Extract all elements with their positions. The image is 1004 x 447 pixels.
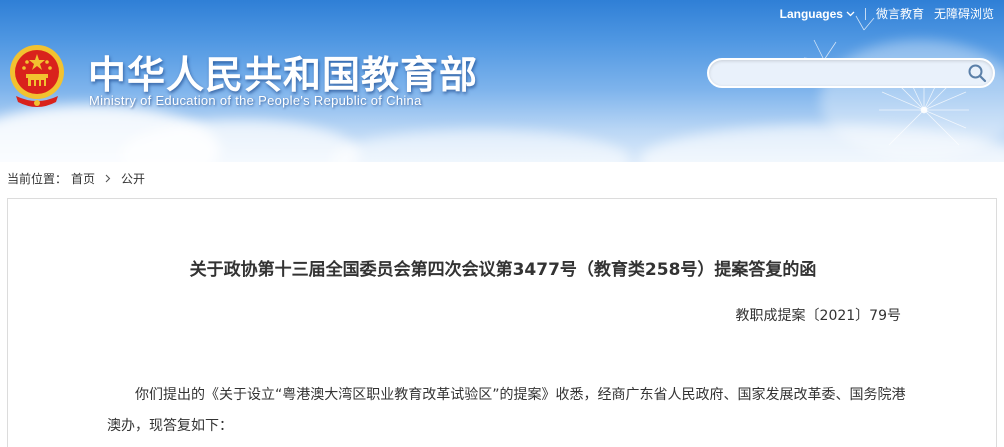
breadcrumb-prefix: 当前位置： [7,172,68,186]
search-input[interactable] [721,63,951,83]
breadcrumb-home-link[interactable]: 首页 [71,170,95,187]
site-subtitle: Ministry of Education of the People's Re… [89,93,422,108]
search-box [707,58,995,88]
breadcrumb: 当前位置： 首页 公开 [7,170,145,187]
chevron-right-icon [105,174,111,183]
weibo-link[interactable]: 微言教育 [876,5,924,22]
languages-dropdown[interactable]: Languages [780,7,855,21]
breadcrumb-public-link[interactable]: 公开 [121,170,145,187]
search-icon[interactable] [967,63,987,83]
accessibility-link[interactable]: 无障碍浏览 [934,5,994,22]
cloud-decoration [330,130,630,162]
nav-divider [864,7,866,20]
top-nav: Languages 微言教育 无障碍浏览 [780,5,994,22]
document-body: 你们提出的《关于设立“粤港澳大湾区职业教育改革试验区”的提案》收悉，经商广东省人… [107,387,906,434]
site-header: 中华人民共和国教育部 Ministry of Education of the … [0,0,1004,162]
languages-label: Languages [779,6,843,21]
article-panel: 关于政协第十三届全国委员会第四次会议第3477号（教育类258号）提案答复的函 … [7,198,997,447]
national-emblem-icon [10,45,64,107]
site-title[interactable]: 中华人民共和国教育部 [88,44,478,99]
chevron-down-icon [846,11,855,16]
document-number: 教职成提案〔2021〕79号 [735,308,901,324]
document-title: 关于政协第十三届全国委员会第四次会议第3477号（教育类258号）提案答复的函 [189,260,817,280]
